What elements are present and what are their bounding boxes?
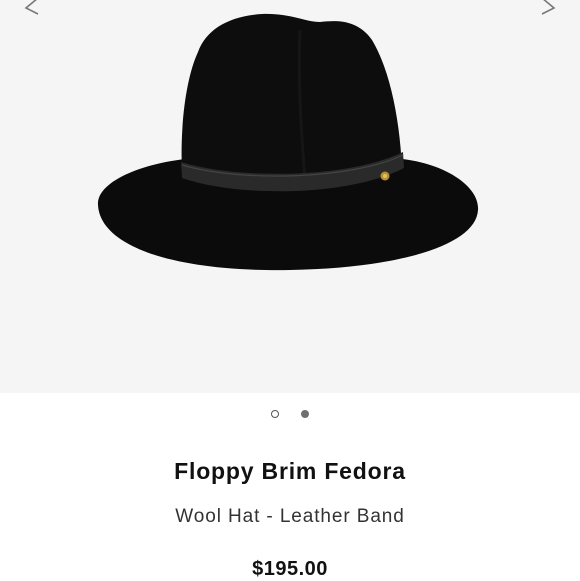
product-price: $195.00: [252, 558, 328, 580]
hat-crown: [181, 13, 402, 184]
product-image-carousel[interactable]: [0, 0, 580, 393]
product-subtitle: Wool Hat - Leather Band: [175, 506, 405, 527]
chevron-left-icon[interactable]: [8, 0, 48, 20]
carousel-dot-1[interactable]: [271, 410, 279, 418]
fedora-hat-image: [97, 13, 479, 271]
carousel-pagination: [0, 410, 580, 418]
product-title: Floppy Brim Fedora: [174, 458, 406, 484]
chevron-right-icon[interactable]: [532, 0, 572, 20]
carousel-dot-2-active[interactable]: [301, 410, 309, 418]
